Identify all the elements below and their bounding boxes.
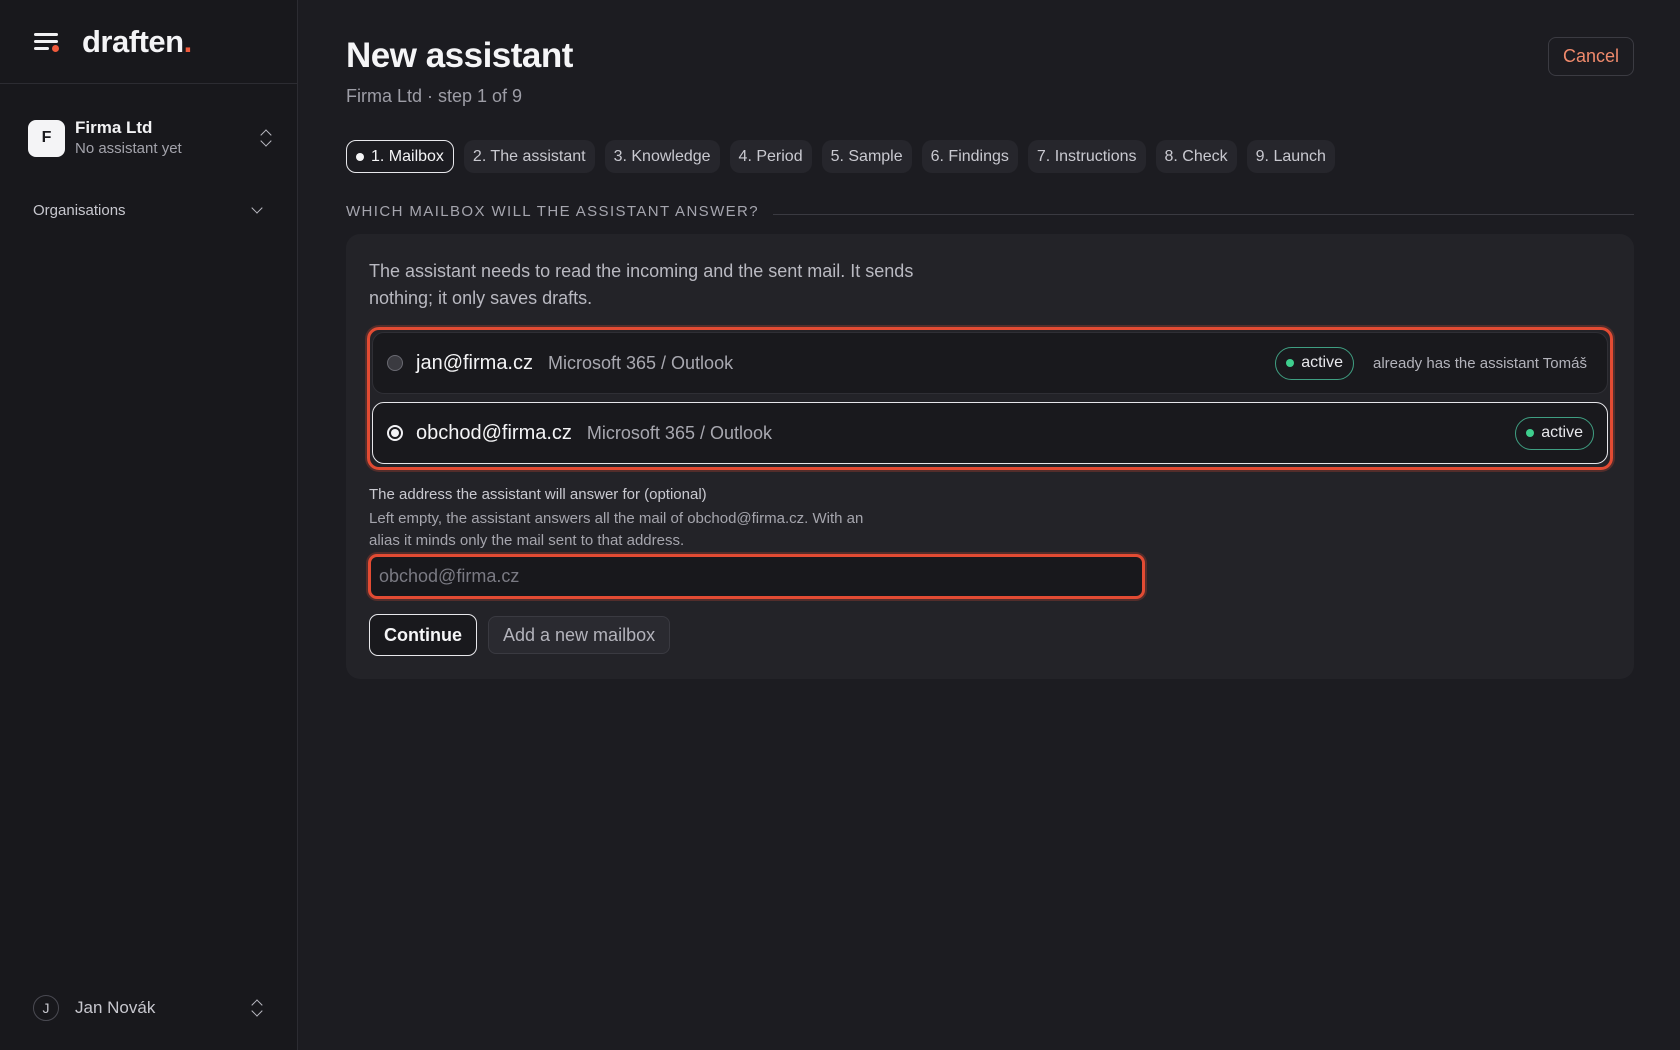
- chevron-up-down-icon: [258, 128, 274, 148]
- step-tab-check[interactable]: 8. Check: [1155, 140, 1237, 173]
- section-heading: WHICH MAILBOX WILL THE ASSISTANT ANSWER?: [346, 203, 1634, 220]
- organisations-toggle[interactable]: Organisations: [33, 198, 265, 222]
- radio-checked-icon[interactable]: [387, 425, 403, 441]
- mailbox-card: The assistant needs to read the incoming…: [346, 234, 1634, 679]
- step-tab-launch[interactable]: 9. Launch: [1246, 140, 1335, 173]
- step-tab-instructions[interactable]: 7. Instructions: [1027, 140, 1146, 173]
- mailbox-option-obchod[interactable]: obchod@firma.cz Microsoft 365 / Outlook …: [372, 402, 1608, 464]
- chevron-down-icon: [251, 202, 263, 214]
- alias-field-label: The address the assistant will answer fo…: [369, 486, 707, 503]
- alias-input[interactable]: [368, 554, 1145, 599]
- step-tab-findings[interactable]: 6. Findings: [921, 140, 1018, 173]
- org-avatar: F: [28, 119, 65, 157]
- organisations-label: Organisations: [33, 201, 126, 219]
- step-tab-assistant[interactable]: 2. The assistant: [463, 140, 595, 173]
- page-title: New assistant: [346, 36, 573, 75]
- user-menu[interactable]: J Jan Novák: [33, 994, 265, 1022]
- sidebar-header: draften.: [0, 0, 297, 84]
- cancel-button[interactable]: Cancel: [1547, 37, 1634, 76]
- divider: [773, 214, 1634, 215]
- add-mailbox-button[interactable]: Add a new mailbox: [488, 616, 671, 654]
- menu-icon[interactable]: [32, 30, 60, 54]
- step-tabs: 1. Mailbox 2. The assistant 3. Knowledge…: [346, 140, 1345, 173]
- status-dot-icon: [1526, 429, 1535, 437]
- step-tab-knowledge[interactable]: 3. Knowledge: [604, 140, 720, 173]
- org-name: Firma Ltd: [75, 117, 153, 137]
- mailbox-note: already has the assistant Tomáš: [1372, 354, 1587, 372]
- logo[interactable]: draften.: [82, 24, 192, 60]
- section-title: WHICH MAILBOX WILL THE ASSISTANT ANSWER?: [346, 203, 760, 220]
- mailbox-provider: Microsoft 365 / Outlook: [548, 352, 734, 373]
- mailbox-provider: Microsoft 365 / Outlook: [586, 422, 773, 443]
- step-tab-sample[interactable]: 5. Sample: [821, 140, 912, 173]
- mailbox-radio-group: jan@firma.cz Microsoft 365 / Outlook act…: [367, 327, 1613, 470]
- page-subtitle: Firma Ltd · step 1 of 9: [346, 86, 523, 106]
- organisation-switcher[interactable]: F Firma Ltd No assistant yet: [28, 117, 274, 159]
- continue-button[interactable]: Continue: [369, 614, 477, 656]
- step-tab-period[interactable]: 4. Period: [729, 140, 812, 173]
- chevron-up-down-icon: [249, 998, 265, 1018]
- org-subtitle: No assistant yet: [75, 139, 182, 157]
- user-name: Jan Novák: [75, 998, 156, 1017]
- mailbox-email: obchod@firma.cz: [416, 421, 572, 444]
- status-badge: active: [1515, 416, 1594, 450]
- mailbox-option-jan[interactable]: jan@firma.cz Microsoft 365 / Outlook act…: [372, 332, 1608, 394]
- active-step-dot-icon: [356, 152, 364, 161]
- step-tab-mailbox[interactable]: 1. Mailbox: [346, 140, 454, 173]
- status-badge: active: [1275, 346, 1354, 380]
- card-intro-text: The assistant needs to read the incoming…: [369, 261, 914, 308]
- mailbox-email: jan@firma.cz: [416, 351, 533, 374]
- main-content: New assistant Firma Ltd · step 1 of 9 Ca…: [346, 0, 1634, 1050]
- alias-help-text: Left empty, the assistant answers all th…: [369, 510, 864, 549]
- radio-unchecked-icon[interactable]: [387, 355, 403, 371]
- user-avatar: J: [33, 995, 59, 1021]
- sidebar: draften. F Firma Ltd No assistant yet Or…: [0, 0, 298, 1050]
- status-dot-icon: [1286, 359, 1295, 367]
